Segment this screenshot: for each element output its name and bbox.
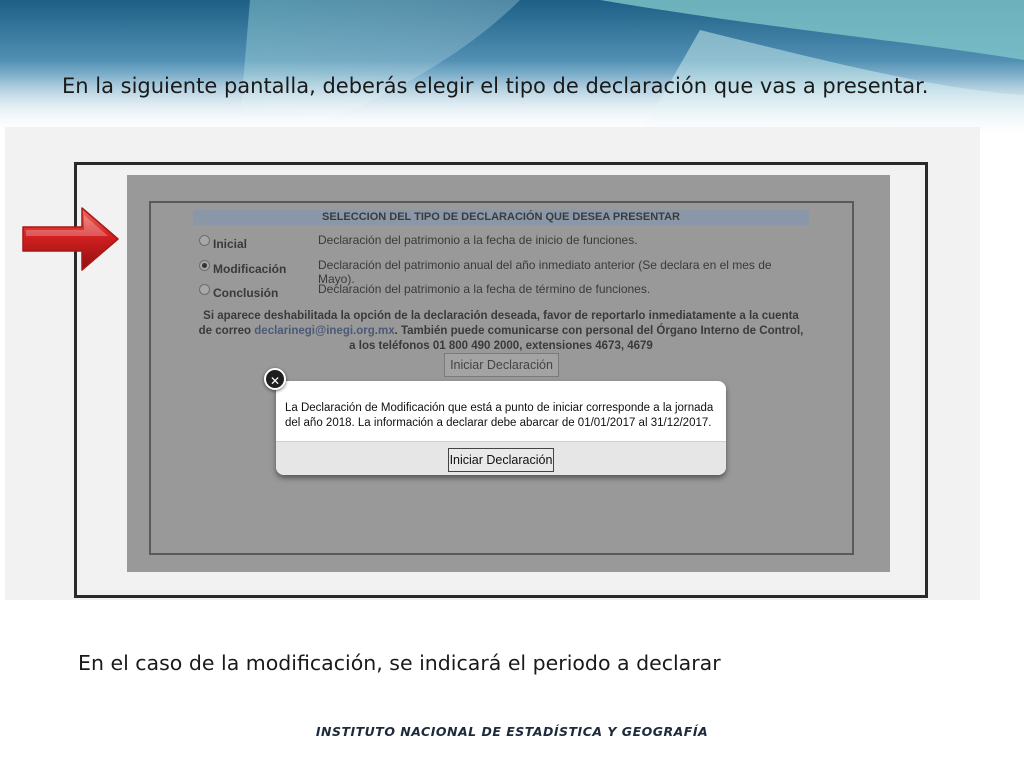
option-conclusion[interactable]: Conclusión Declaración del patrimonio a … [199,282,779,302]
intro-text: En la siguiente pantalla, deberás elegir… [62,74,929,98]
start-declaration-button[interactable]: Iniciar Declaración [448,448,554,472]
option-modificacion[interactable]: Modificación Declaración del patrimonio … [199,258,779,286]
notice-text-2: . También puede comunicarse con personal… [349,325,804,352]
option-label: Conclusión [213,286,279,300]
modal-message: La Declaración de Modificación que está … [285,402,714,429]
radio-inicial[interactable] [199,235,210,246]
option-label: Inicial [213,237,248,251]
institution-footer: INSTITUTO NACIONAL DE ESTADÍSTICA Y GEOG… [315,724,709,739]
option-description: Declaración del patrimonio a la fecha de… [318,233,638,247]
option-description: Declaración del patrimonio a la fecha de… [318,282,651,296]
header-background [0,0,1024,135]
radio-conclusion[interactable] [199,284,210,295]
option-inicial[interactable]: Inicial Declaración del patrimonio a la … [199,233,779,253]
caption-text: En el caso de la modificación, se indica… [78,651,721,675]
support-email-link[interactable]: declarinegi@inegi.org.mx [254,325,394,337]
modal-dialog: La Declaración de Modificación que está … [276,381,726,475]
modal-footer: Iniciar Declaración [276,441,726,475]
help-notice: Si aparece deshabilitada la opción de la… [195,309,807,354]
form-header: SELECCION DEL TIPO DE DECLARACIÓN QUE DE… [193,210,809,225]
radio-modificacion[interactable] [199,260,210,271]
close-icon[interactable]: ✕ [264,368,286,390]
start-declaration-button-background: Iniciar Declaración [444,353,559,377]
arrow-right-icon [22,207,119,271]
option-label: Modificación [213,262,287,276]
form-border [149,201,854,555]
